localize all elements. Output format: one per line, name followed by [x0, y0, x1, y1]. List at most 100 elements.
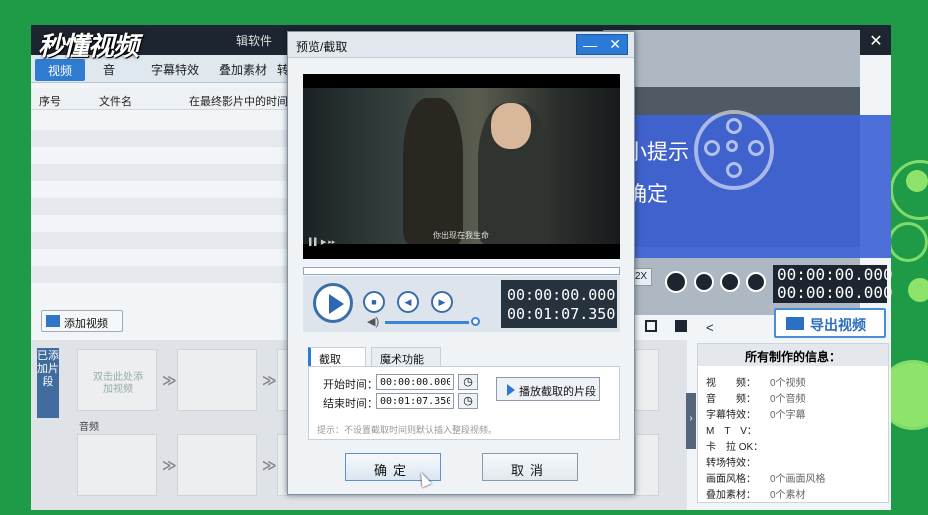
close-button[interactable]: ✕ — [867, 31, 885, 51]
playback-controls: ■ ◀ ▶ ◀) 00:00:00.000 00:01:07.350 — [303, 276, 620, 332]
audio-slot[interactable] — [177, 434, 257, 496]
dialog-minimize-button[interactable]: — — [583, 37, 597, 53]
col-filename: 文件名 — [99, 96, 132, 108]
tab-magic[interactable]: 魔术功能 — [371, 347, 441, 367]
arrow-icon: ≫ — [162, 457, 177, 473]
added-clips-label: 已添加片段 — [37, 348, 59, 418]
info-value: 0个画面风格 — [770, 474, 826, 485]
time-display: 00:00:00.000 00:01:07.350 — [501, 280, 617, 328]
info-label: 卡 拉 OK： — [706, 442, 764, 453]
end-clock-icon[interactable]: ◷ — [458, 393, 478, 409]
film-reel-icon — [694, 110, 774, 190]
dialog-title: 预览/截取 — [296, 40, 348, 54]
info-value: 0个字幕 — [770, 410, 806, 421]
col-time: 在最终影片中的时间 — [189, 96, 288, 108]
start-clock-icon[interactable]: ◷ — [458, 374, 478, 390]
list-row[interactable] — [31, 130, 288, 147]
info-label: 音 频： — [706, 394, 756, 405]
preview-crop-dialog: 预览/截取 — ✕ 你出现在我生命 ▌▌ ▶ ▸▸ ■ ◀ ▶ ◀) 00:00… — [287, 31, 635, 495]
list-row[interactable] — [31, 266, 288, 283]
decor-circle — [888, 222, 928, 262]
dialog-title-bar: 预览/截取 — ✕ — [288, 32, 634, 58]
info-value: 0个音频 — [770, 394, 806, 405]
progress-bar[interactable] — [303, 267, 620, 275]
cancel-button[interactable]: 取消 — [482, 453, 578, 481]
preview-time-total: 00:00:00.000 — [777, 283, 893, 302]
dialog-close-button[interactable]: ✕ — [609, 36, 621, 53]
decor-dot — [908, 278, 928, 302]
prev-frame-icon[interactable] — [720, 272, 740, 292]
add-video-icon — [46, 315, 60, 327]
file-list-header: 序号 文件名 在最终影片中的时间 — [31, 88, 288, 110]
reel-hole — [726, 162, 742, 178]
export-label: 导出视频 — [810, 317, 866, 333]
reel-hole — [726, 118, 742, 134]
tab-subtitle-effects[interactable]: 字幕特效 — [151, 61, 199, 78]
hint-text: 提示：不设置截取时间则默认插入整段视频。 — [317, 425, 498, 435]
logo: 秒懂视频 — [38, 31, 139, 61]
play-button[interactable] — [313, 283, 353, 323]
col-index: 序号 — [39, 96, 61, 108]
info-value: 0个视频 — [770, 378, 806, 389]
end-time-field[interactable] — [376, 393, 454, 409]
tab-overlay[interactable]: 叠加素材 — [219, 61, 267, 78]
save-icon[interactable] — [645, 320, 657, 332]
start-time-field[interactable] — [376, 374, 454, 390]
info-panel: 所有制作的信息： 视 频： 0个视频 音 频： 0个音频 字幕特效： 0个字幕 … — [697, 343, 889, 503]
next-frame-button[interactable]: ▶ — [431, 291, 453, 313]
export-icon — [786, 317, 804, 330]
time-total: 00:01:07.350 — [507, 305, 616, 323]
reel-hole — [748, 140, 764, 156]
clip-slot[interactable] — [177, 349, 257, 411]
audio-slot[interactable] — [635, 434, 659, 496]
info-label: M T V： — [706, 426, 757, 437]
play-clip-button[interactable]: 播放截取的片段 — [496, 377, 600, 401]
video-scene — [303, 88, 620, 244]
info-label: 字幕特效： — [706, 410, 756, 421]
clip-slot[interactable]: 双击此处添加视频 — [77, 349, 157, 411]
video-figure — [491, 103, 531, 149]
export-video-button[interactable]: 导出视频 — [774, 308, 886, 338]
video-preview[interactable]: 你出现在我生命 ▌▌ ▶ ▸▸ — [303, 74, 620, 259]
start-time-label: 开始时间： — [323, 379, 378, 391]
volume-slider[interactable] — [385, 321, 469, 324]
tab-cut[interactable]: 截取 — [308, 347, 366, 367]
embedded-player-controls: ▌▌ ▶ ▸▸ — [309, 239, 336, 246]
list-row[interactable] — [31, 198, 288, 215]
video-figure — [403, 98, 463, 244]
stop-icon[interactable] — [694, 272, 714, 292]
clip-slot[interactable] — [635, 349, 659, 411]
play-icon[interactable] — [665, 271, 687, 293]
info-label: 转场特效： — [706, 458, 756, 469]
tip-title: 小提示 — [626, 141, 689, 164]
volume-knob[interactable] — [471, 317, 480, 326]
reel-hole — [704, 140, 720, 156]
arrow-icon: ≫ — [162, 372, 177, 388]
time-current: 00:00:00.000 — [507, 286, 616, 304]
help-icon[interactable] — [675, 320, 687, 332]
add-video-label: 添加视频 — [64, 318, 108, 330]
app-title: 辑软件 — [236, 34, 273, 48]
tab-audio[interactable]: 音 — [103, 61, 115, 78]
info-panel-title: 所有制作的信息： — [698, 344, 888, 366]
volume-icon[interactable]: ◀) — [367, 315, 379, 328]
info-label: 画面风格： — [706, 474, 756, 485]
info-value: 0个素材 — [770, 490, 806, 501]
info-label: 叠加素材： — [706, 490, 756, 501]
list-row[interactable] — [31, 232, 288, 249]
info-label: 视 频： — [706, 378, 756, 389]
collapse-panel-button[interactable]: › — [686, 393, 696, 449]
audio-slot[interactable] — [77, 434, 157, 496]
dialog-controls: — ✕ — [576, 34, 628, 55]
decor-dot — [906, 170, 928, 192]
preview-time-current: 00:00:00.000 — [777, 265, 893, 284]
next-frame-icon[interactable] — [746, 272, 766, 292]
add-video-button[interactable]: 添加视频 — [41, 310, 123, 332]
end-time-label: 结束时间： — [323, 398, 378, 410]
prev-frame-button[interactable]: ◀ — [397, 291, 419, 313]
stop-button[interactable]: ■ — [363, 291, 385, 313]
arrow-icon: ≫ — [262, 457, 277, 473]
share-icon[interactable]: < — [706, 320, 714, 335]
reel-hole — [726, 140, 738, 152]
list-row[interactable] — [31, 164, 288, 181]
